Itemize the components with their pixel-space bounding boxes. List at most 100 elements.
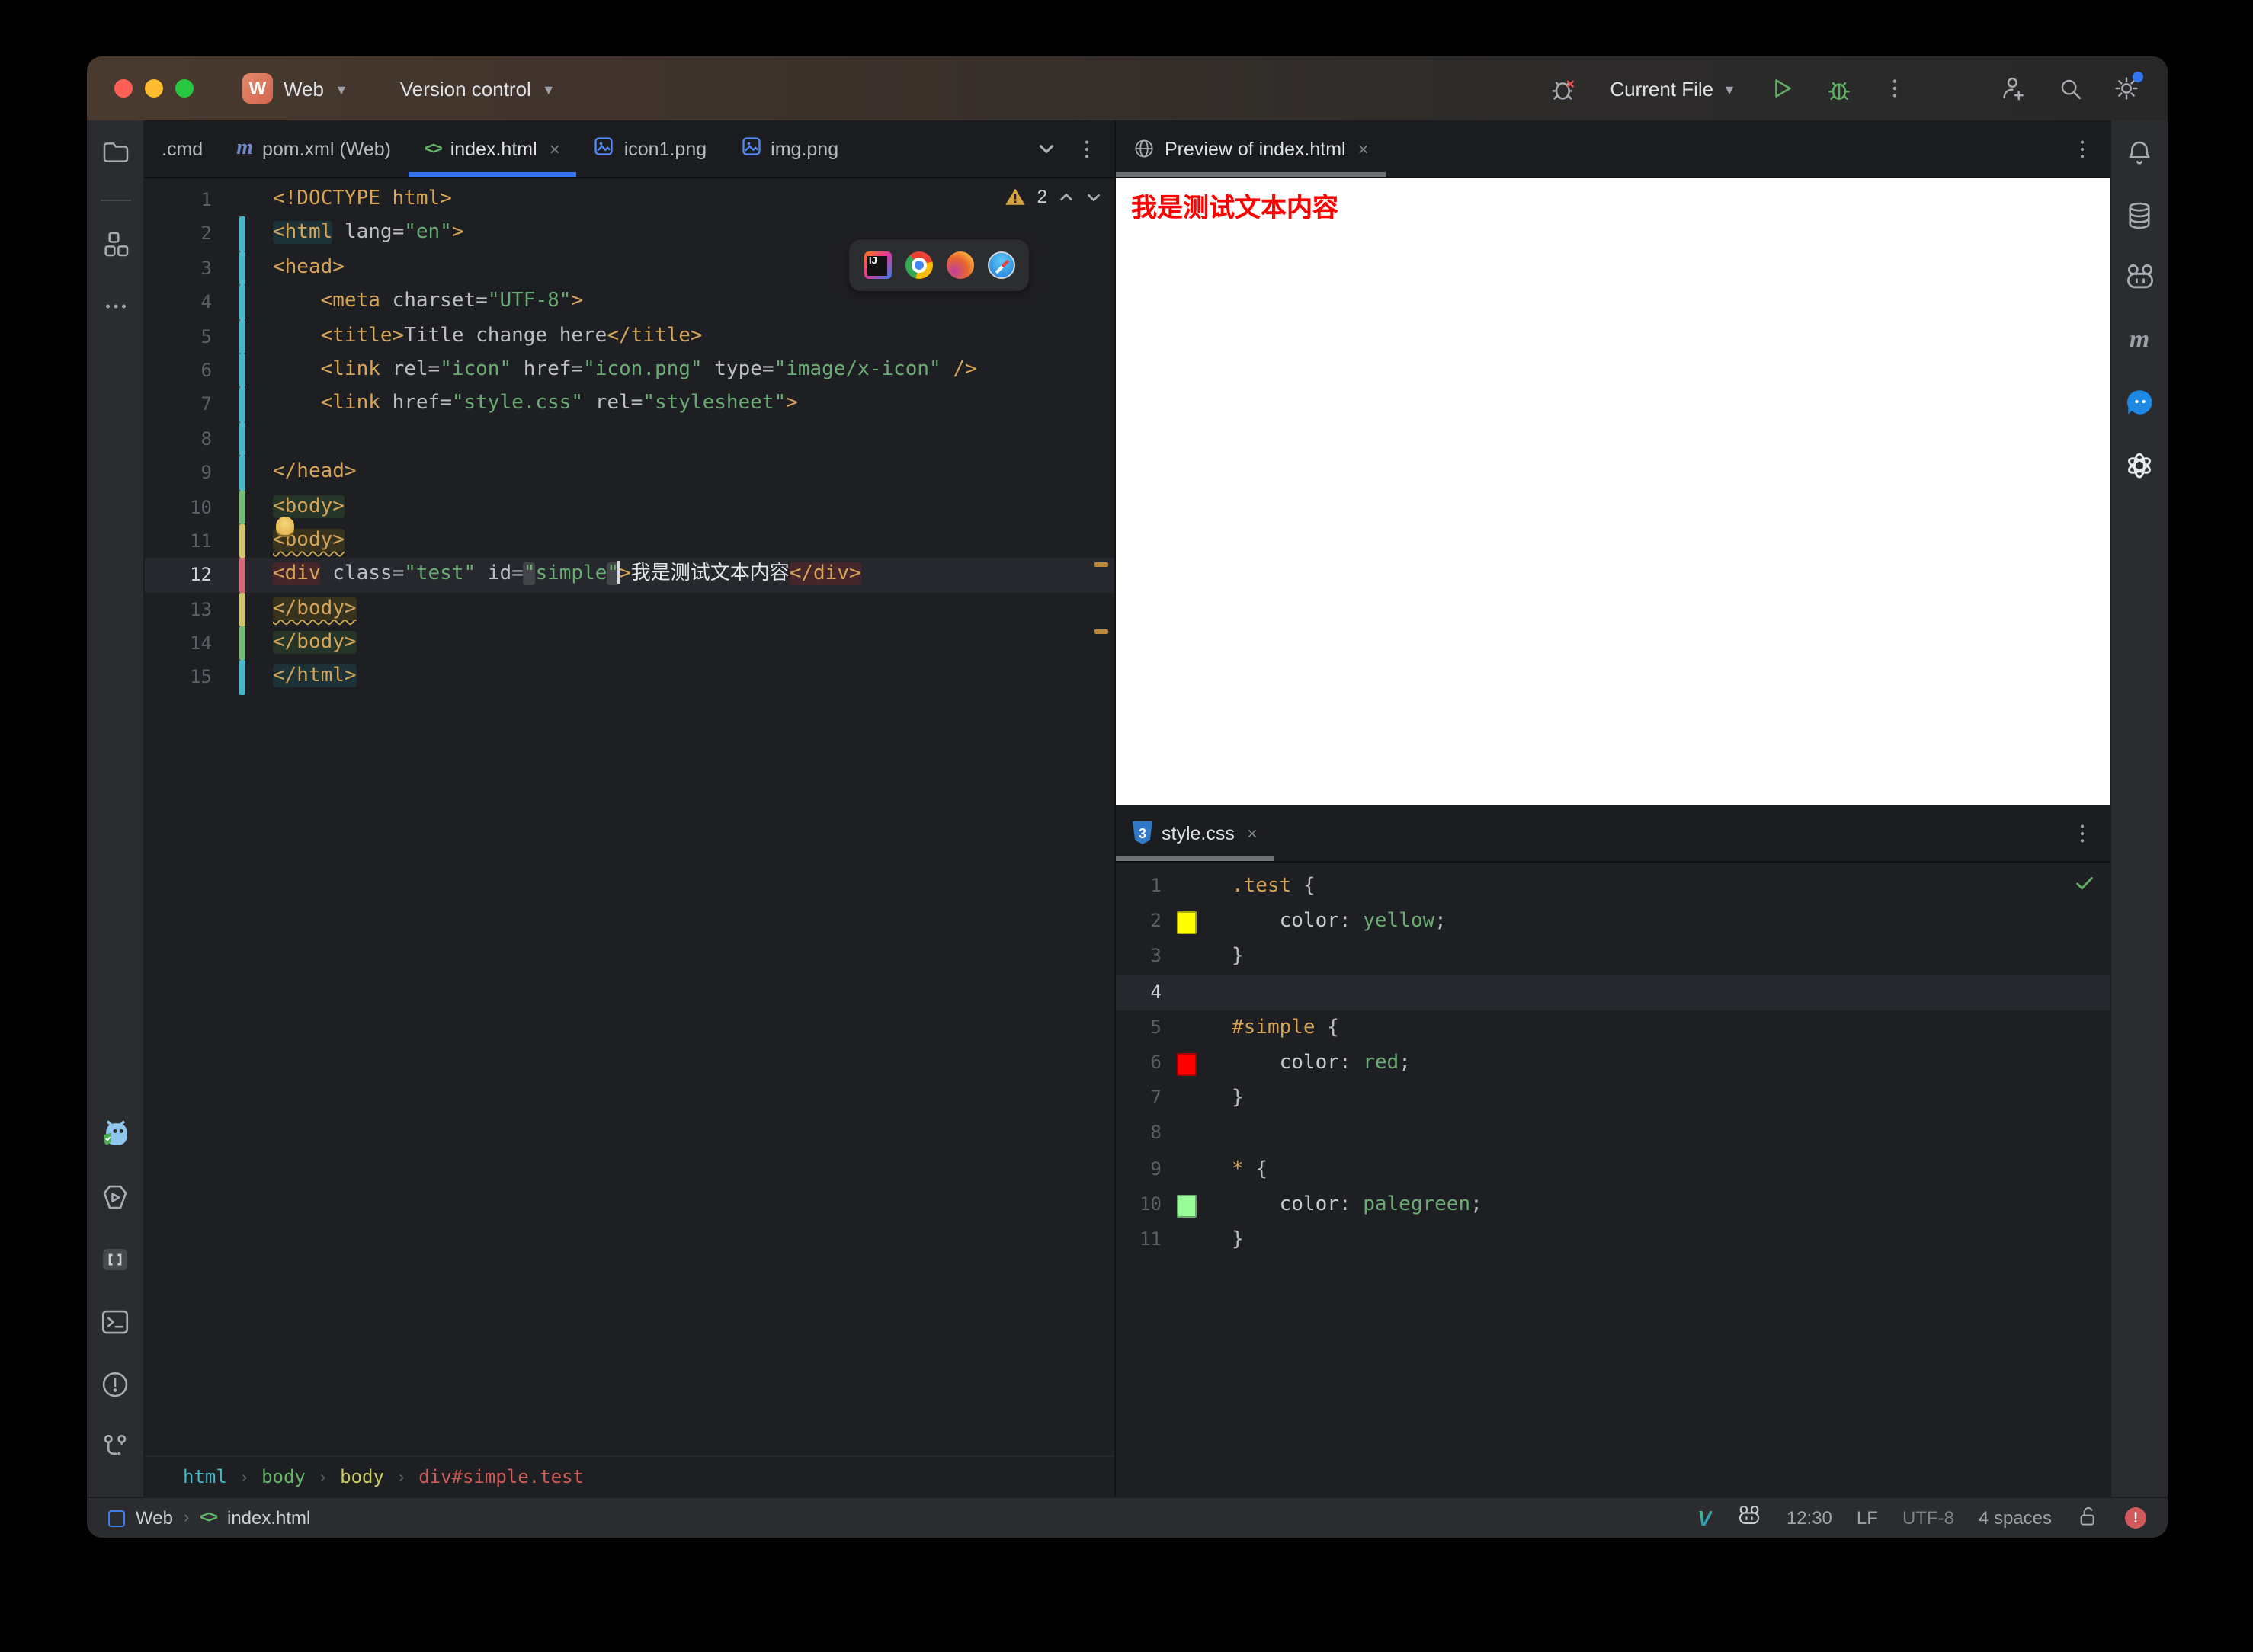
more-tools-icon[interactable] xyxy=(97,288,133,325)
code-text[interactable]: color: yellow; xyxy=(1232,904,1447,939)
html-editor[interactable]: 1<!DOCTYPE html>2<html lang="en">3<head>… xyxy=(145,178,1114,1455)
line-number[interactable]: 14 xyxy=(145,626,212,661)
code-text[interactable]: .test { xyxy=(1232,869,1316,904)
code-text[interactable]: <html lang="en"> xyxy=(273,217,464,251)
code-line[interactable]: 5 #simple { xyxy=(1116,1010,2110,1045)
git-branch-icon[interactable] xyxy=(97,1428,133,1465)
code-text[interactable]: <head> xyxy=(273,251,345,286)
code-text[interactable]: * { xyxy=(1232,1151,1268,1186)
code-line[interactable]: 12 <div class="test" id="simple">我是测试文本内容… xyxy=(145,559,1114,593)
line-number[interactable]: 8 xyxy=(1116,1116,1162,1151)
color-swatch[interactable] xyxy=(1177,1053,1197,1076)
line-number[interactable]: 11 xyxy=(145,524,212,559)
window-minimize-button[interactable] xyxy=(145,79,163,98)
unlock-icon[interactable] xyxy=(2076,1503,2101,1532)
code-text[interactable]: } xyxy=(1232,1222,1244,1257)
code-text[interactable]: color: red; xyxy=(1232,1045,1411,1081)
brackets-tool-icon[interactable] xyxy=(97,1241,133,1277)
code-text[interactable]: color: palegreen; xyxy=(1232,1186,1482,1221)
inspections-widget[interactable]: 2 xyxy=(1005,186,1102,207)
more-icon[interactable] xyxy=(2070,821,2094,845)
code-line[interactable]: 10 color: palegreen; xyxy=(1116,1186,2110,1221)
line-number[interactable]: 3 xyxy=(145,251,212,286)
code-line[interactable]: 7} xyxy=(1116,1081,2110,1116)
tab-preview[interactable]: Preview of index.html × xyxy=(1116,120,1386,177)
code-text[interactable]: </head> xyxy=(273,456,357,490)
code-line[interactable]: 1 .test { xyxy=(1116,869,2110,904)
line-number[interactable]: 9 xyxy=(1116,1151,1162,1186)
run-icon[interactable] xyxy=(1765,72,1799,105)
code-line[interactable]: 5 <title>Title change here</title> xyxy=(145,319,1114,354)
line-number[interactable]: 6 xyxy=(1116,1045,1162,1081)
encoding-widget[interactable]: UTF-8 xyxy=(1902,1507,1954,1529)
window-close-button[interactable] xyxy=(114,79,133,98)
code-line[interactable]: 3} xyxy=(1116,940,2110,975)
debug-icon[interactable] xyxy=(1822,72,1855,105)
close-icon[interactable]: × xyxy=(1358,138,1369,159)
code-line[interactable]: 4 xyxy=(1116,975,2110,1010)
breadcrumb-item[interactable]: body xyxy=(261,1466,306,1487)
structure-icon[interactable] xyxy=(97,226,133,262)
code-line[interactable]: 8 xyxy=(1116,1116,2110,1151)
folder-icon[interactable] xyxy=(97,134,133,171)
line-number[interactable]: 7 xyxy=(1116,1081,1162,1116)
code-text[interactable]: <div class="test" id="simple">我是测试文本内容</… xyxy=(273,559,861,593)
problems-icon[interactable] xyxy=(97,1365,133,1402)
line-number[interactable]: 12 xyxy=(145,559,212,593)
line-number[interactable]: 2 xyxy=(145,217,212,251)
firefox-icon[interactable] xyxy=(946,251,973,279)
code-text[interactable]: <!DOCTYPE html> xyxy=(273,183,452,217)
error-stripe-mark[interactable] xyxy=(1094,562,1108,567)
statusbar-file[interactable]: index.html xyxy=(227,1507,310,1529)
close-icon[interactable]: × xyxy=(1247,822,1258,844)
intention-bulb-icon[interactable] xyxy=(276,517,294,535)
error-indicator[interactable]: ! xyxy=(2125,1507,2146,1529)
css-editor[interactable]: 1.test {2 color: yellow;3}45#simple {6 c… xyxy=(1116,863,2110,1497)
notifications-bell-icon[interactable] xyxy=(2121,134,2158,171)
code-line[interactable]: 15</html> xyxy=(145,661,1114,695)
code-text[interactable]: <meta charset="UTF-8"> xyxy=(273,285,583,319)
code-line[interactable]: 8 xyxy=(145,421,1114,456)
chrome-icon[interactable] xyxy=(905,251,932,279)
more-icon[interactable] xyxy=(1878,72,1912,105)
line-separator-widget[interactable]: LF xyxy=(1857,1507,1878,1529)
line-number[interactable]: 5 xyxy=(1116,1010,1162,1045)
line-number[interactable]: 10 xyxy=(1116,1186,1162,1221)
vcs-widget[interactable]: Version control ▼ xyxy=(400,77,556,100)
maven-icon[interactable]: m xyxy=(2121,322,2158,358)
tab-img-png[interactable]: img.png xyxy=(723,120,855,177)
tab--cmd[interactable]: .cmd xyxy=(145,120,220,177)
ai-assistant-status-icon[interactable] xyxy=(1736,1503,1762,1533)
code-line[interactable]: 7 <link href="style.css" rel="stylesheet… xyxy=(145,388,1114,422)
line-number[interactable]: 1 xyxy=(1116,869,1162,904)
line-number[interactable]: 4 xyxy=(1116,975,1162,1010)
line-number[interactable]: 8 xyxy=(145,421,212,456)
project-widget[interactable]: W Web ▼ xyxy=(242,73,348,104)
line-number[interactable]: 9 xyxy=(145,456,212,490)
v-plugin-icon[interactable]: V xyxy=(1697,1506,1712,1530)
prev-warning-icon[interactable] xyxy=(1058,188,1075,205)
line-number[interactable]: 7 xyxy=(145,388,212,422)
mascot-plugin-icon[interactable] xyxy=(97,1116,133,1152)
more-icon[interactable] xyxy=(1075,136,1099,161)
add-user-icon[interactable] xyxy=(1997,72,2030,105)
color-swatch[interactable] xyxy=(1177,1194,1197,1217)
code-line[interactable]: 11<body> xyxy=(145,524,1114,559)
bug-disabled-icon[interactable] xyxy=(1547,72,1581,105)
tab-icon1-png[interactable]: icon1.png xyxy=(577,120,723,177)
indent-widget[interactable]: 4 spaces xyxy=(1979,1507,2052,1529)
code-text[interactable]: <link rel="icon" href="icon.png" type="i… xyxy=(273,354,977,388)
line-number[interactable]: 3 xyxy=(1116,940,1162,975)
chat-bubble-icon[interactable] xyxy=(2121,384,2158,421)
settings-gear-icon[interactable] xyxy=(2110,72,2143,105)
code-line[interactable]: 9 * { xyxy=(1116,1151,2110,1186)
window-zoom-button[interactable] xyxy=(175,79,194,98)
tab-pom-xml-Web-[interactable]: mpom.xml (Web) xyxy=(220,120,408,177)
inspections-ok-icon[interactable] xyxy=(2075,873,2094,899)
code-text[interactable]: } xyxy=(1232,1081,1244,1116)
statusbar-project[interactable]: Web xyxy=(136,1507,173,1529)
code-text[interactable]: #simple { xyxy=(1232,1010,1339,1045)
color-swatch[interactable] xyxy=(1177,911,1197,934)
code-line[interactable]: 6 <link rel="icon" href="icon.png" type=… xyxy=(145,354,1114,388)
code-line[interactable]: 14</body> xyxy=(145,626,1114,661)
